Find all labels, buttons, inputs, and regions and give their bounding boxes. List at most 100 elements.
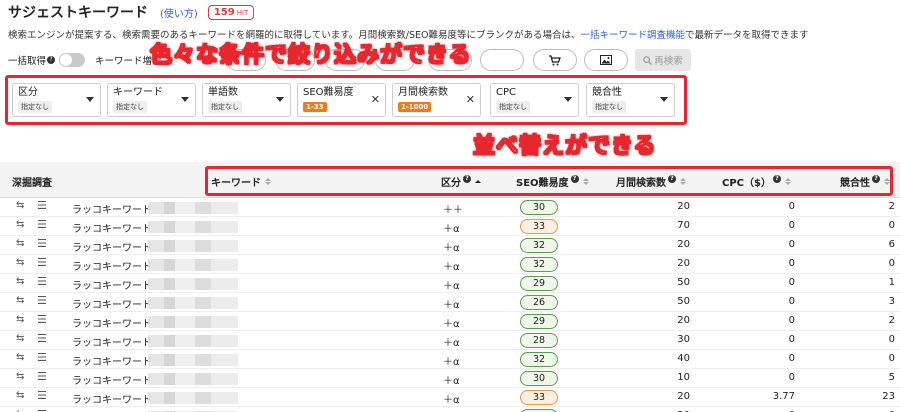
menu-icon[interactable]: ☰	[37, 408, 47, 412]
keyword-cell[interactable]: ラッコキーワード	[72, 391, 152, 406]
volume-cell: 50	[677, 277, 690, 288]
column-header-keyword[interactable]: キーワード	[211, 174, 271, 189]
description-text-after: で最新データを取得できます	[685, 30, 809, 41]
menu-icon[interactable]: ☰	[37, 313, 47, 326]
competition-cell: 2	[888, 201, 895, 212]
category-cell: ＋α	[443, 376, 460, 387]
column-header-volume[interactable]: 月間検索数?	[616, 174, 686, 189]
related-keywords-icon[interactable]: ⇆	[16, 200, 24, 211]
related-keywords-icon[interactable]: ⇆	[16, 219, 24, 230]
menu-icon[interactable]: ☰	[37, 332, 47, 345]
filter-value: 指定なし	[592, 101, 626, 113]
help-icon[interactable]: ?	[463, 174, 471, 183]
table-row: ⇆ ☰ ラッコキーワード ＋α 28 30 0 0	[0, 331, 900, 350]
clear-icon[interactable]: ✕	[466, 93, 475, 106]
seo-difficulty-badge: 30	[520, 200, 558, 215]
filter-category[interactable]: 区分 指定なし	[12, 83, 101, 117]
action-button-6[interactable]	[480, 49, 524, 71]
related-keywords-icon[interactable]: ⇆	[16, 371, 24, 382]
filter-label: 月間検索数	[398, 87, 448, 98]
keyword-cell[interactable]: ラッコキーワード	[72, 353, 152, 368]
howto-link[interactable]: (使い方)	[160, 5, 198, 20]
cart-icon	[549, 54, 561, 65]
keyword-cell[interactable]: ラッコキーワード	[72, 220, 152, 235]
filter-label: キーワード	[113, 87, 163, 98]
help-icon[interactable]: ?	[47, 56, 56, 64]
filter-seo-difficulty[interactable]: SEO難易度 1-33 ✕	[297, 83, 386, 117]
filter-value: 指定なし	[113, 101, 147, 113]
related-keywords-icon[interactable]: ⇆	[16, 314, 24, 325]
keyword-cell[interactable]: ラッコキーワード	[72, 296, 152, 311]
column-header-competition[interactable]: 競合性?	[840, 174, 890, 189]
filter-word-count[interactable]: 単語数 指定なし	[202, 83, 291, 117]
volume-cell: 20	[677, 201, 690, 212]
column-header-seo[interactable]: SEO難易度?	[516, 174, 589, 189]
column-header-label: SEO難易度	[516, 178, 569, 189]
competition-cell: 6	[888, 239, 895, 250]
help-icon[interactable]: ?	[772, 174, 781, 183]
cpc-cell: 0	[788, 277, 795, 288]
related-keywords-icon[interactable]: ⇆	[16, 295, 24, 306]
volume-cell: 30	[677, 334, 690, 345]
filter-competition[interactable]: 競合性 指定なし	[586, 83, 675, 117]
cart-button[interactable]	[533, 49, 577, 71]
competition-cell: 0	[888, 353, 895, 364]
competition-cell: 1	[888, 277, 895, 288]
table-row: ⇆ ☰ ラッコキーワード ＋α 32 20 0 0	[0, 255, 900, 274]
menu-icon[interactable]: ☰	[37, 256, 47, 269]
research-button[interactable]: 再検索	[635, 49, 691, 71]
keyword-cell[interactable]: ラッコキーワード	[72, 239, 152, 254]
filter-label: 単語数	[208, 87, 238, 98]
table-row: ⇆ ☰ ラッコキーワード ＋α 32 20 0 6	[0, 236, 900, 255]
related-keywords-icon[interactable]: ⇆	[16, 333, 24, 344]
toolbar: 一括取得? キーワード増幅	[8, 50, 162, 70]
table-row: ⇆ ☰ ラッコキーワード ＋α 33 20 3.77 23	[0, 388, 900, 407]
sort-callout: 並べ替えができる	[473, 134, 657, 160]
table-row: ⇆ ☰ ラッコキーワード ＋α 29 20 0 2	[0, 312, 900, 331]
blurred-keyword-suffix	[148, 297, 238, 309]
chevron-down-icon	[181, 97, 189, 102]
related-keywords-icon[interactable]: ⇆	[16, 276, 24, 287]
bulk-keyword-research-link[interactable]: 一括キーワード調査機能	[580, 30, 685, 41]
menu-icon[interactable]: ☰	[37, 294, 47, 307]
column-header-cpc[interactable]: CPC（$）?	[722, 174, 791, 189]
related-keywords-icon[interactable]: ⇆	[16, 390, 24, 401]
menu-icon[interactable]: ☰	[37, 275, 47, 288]
keyword-cell[interactable]: ラッコキーワード	[72, 334, 152, 349]
filter-label: 区分	[18, 87, 38, 98]
hit-unit: HIT	[236, 8, 249, 17]
column-header-category[interactable]: 区分?	[441, 174, 481, 189]
menu-icon[interactable]: ☰	[37, 199, 47, 212]
keyword-cell[interactable]: ラッコキーワード	[72, 372, 152, 387]
blurred-keyword-suffix	[148, 278, 238, 290]
filter-keyword[interactable]: キーワード 指定なし	[107, 83, 196, 117]
help-icon[interactable]: ?	[570, 174, 579, 183]
category-cell: ＋α	[443, 243, 460, 254]
clear-icon[interactable]: ✕	[371, 93, 380, 106]
menu-icon[interactable]: ☰	[37, 218, 47, 231]
seo-difficulty-badge: 28	[520, 333, 558, 348]
cpc-cell: 0	[788, 201, 795, 212]
menu-icon[interactable]: ☰	[37, 389, 47, 402]
keyword-cell[interactable]: ラッコキーワード	[72, 201, 152, 216]
help-icon[interactable]: ?	[668, 174, 676, 183]
filter-monthly-volume[interactable]: 月間検索数 1-1000 ✕	[392, 83, 481, 117]
menu-icon[interactable]: ☰	[37, 370, 47, 383]
category-cell: ＋α	[443, 357, 460, 368]
related-keywords-icon[interactable]: ⇆	[16, 352, 24, 363]
keyword-cell[interactable]: ラッコキーワード	[72, 258, 152, 273]
keyword-cell[interactable]: ラッコキーワード	[72, 277, 152, 292]
menu-icon[interactable]: ☰	[37, 237, 47, 250]
cpc-cell: 0	[788, 258, 795, 269]
bulk-fetch-toggle[interactable]	[59, 53, 86, 67]
help-icon[interactable]: ?	[872, 174, 880, 183]
image-button[interactable]	[584, 49, 628, 71]
filter-cpc[interactable]: CPC 指定なし	[490, 83, 579, 117]
column-header-label: 競合性	[840, 178, 870, 189]
table-row: ⇆☰ラッコキーワード＋α242000	[0, 407, 900, 412]
blurred-keyword-suffix	[148, 240, 238, 252]
related-keywords-icon[interactable]: ⇆	[16, 238, 24, 249]
menu-icon[interactable]: ☰	[37, 351, 47, 364]
keyword-cell[interactable]: ラッコキーワード	[72, 315, 152, 330]
related-keywords-icon[interactable]: ⇆	[16, 257, 24, 268]
